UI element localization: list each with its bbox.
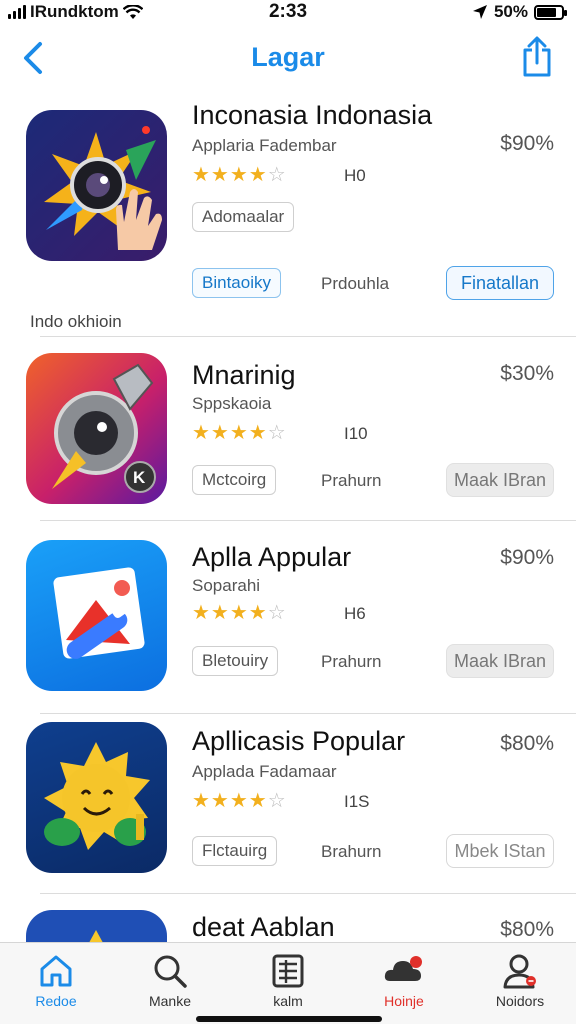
- app-developer: Applaria Fadembar: [192, 136, 337, 155]
- app-price: $90%: [500, 132, 554, 155]
- category-tag[interactable]: Adomaalar: [192, 202, 295, 232]
- star-rating-icon: ★★★★☆: [192, 602, 287, 624]
- tab-profile[interactable]: Noidors: [470, 951, 570, 1017]
- app-name: Apllicasis Popular: [192, 726, 406, 756]
- person-icon: [503, 954, 536, 989]
- app-icon-sun-face: [26, 722, 167, 873]
- tab-label: Hoinje: [384, 993, 424, 1009]
- status-right: 50%: [472, 2, 567, 22]
- list-icon: [272, 954, 304, 988]
- svg-text:K: K: [133, 468, 146, 487]
- app-subtitle: Prdouhla: [321, 274, 390, 293]
- section-label: Indo okhioin: [30, 312, 122, 331]
- get-button[interactable]: Maak IBran: [446, 463, 554, 497]
- tab-list[interactable]: kalm: [238, 951, 338, 1017]
- app-icon-partial: [26, 910, 167, 942]
- search-icon: [154, 955, 187, 988]
- app-developer: Applada Fadamaar: [192, 762, 337, 781]
- home-icon: [40, 955, 72, 987]
- app-subtitle: Prahurn: [321, 471, 382, 490]
- share-icon[interactable]: [520, 36, 554, 78]
- app-row[interactable]: deat Aablan $80%: [0, 906, 576, 942]
- app-name: deat Aablan: [192, 912, 335, 942]
- app-row[interactable]: K Mnarinig $30% Sppskaoia ★★★★☆ I10 Mctc…: [0, 350, 576, 521]
- app-icon-camera-sun: [26, 110, 167, 261]
- tab-label: kalm: [273, 993, 303, 1009]
- app-price: $80%: [500, 918, 554, 941]
- home-indicator[interactable]: [196, 1016, 382, 1022]
- feature-tag[interactable]: Bintaoiky: [192, 268, 281, 298]
- page-title: Lagar: [251, 42, 325, 72]
- app-row[interactable]: Inconasia Indonasia $90% Applaria Fademb…: [0, 100, 576, 337]
- navigation-bar: Lagar: [0, 30, 576, 86]
- rating-count: H6: [344, 604, 366, 623]
- app-name: Aplla Appular: [192, 542, 352, 572]
- star-rating-icon: ★★★★☆: [192, 164, 287, 186]
- get-button[interactable]: Mbek IStan: [446, 834, 554, 868]
- rating-count: I1S: [344, 792, 370, 811]
- divider: [40, 713, 576, 714]
- app-icon-camera-lens: K: [26, 353, 167, 504]
- tab-bar: Redoe Manke kalm Hoinje Noidors: [0, 942, 576, 1024]
- battery-percent: 50%: [493, 2, 528, 21]
- app-subtitle: Brahurn: [321, 842, 382, 861]
- divider: [40, 336, 576, 337]
- divider: [40, 520, 576, 521]
- app-name: Inconasia Indonasia: [192, 100, 433, 130]
- app-price: $30%: [500, 362, 554, 385]
- app-subtitle: Prahurn: [321, 652, 382, 671]
- rating-count: H0: [344, 166, 366, 185]
- category-tag[interactable]: Bletouiry: [192, 646, 279, 676]
- tab-notifications[interactable]: Hoinje: [354, 951, 454, 1017]
- divider: [40, 893, 576, 894]
- app-row[interactable]: Apllicasis Popular $80% Applada Fadamaar…: [0, 716, 576, 896]
- cloud-notification-icon: [384, 956, 422, 981]
- app-developer: Sppskaoia: [192, 394, 272, 413]
- app-developer: Soparahi: [192, 576, 261, 595]
- tab-label: Redoe: [35, 993, 77, 1009]
- tab-search[interactable]: Manke: [120, 951, 220, 1017]
- battery-icon: [534, 4, 567, 20]
- get-button[interactable]: Maak IBran: [446, 644, 554, 678]
- app-row[interactable]: Aplla Appular $90% Soparahi ★★★★☆ H6 Ble…: [0, 530, 576, 716]
- category-tag[interactable]: Flctauirg: [192, 836, 278, 866]
- app-icon-photo-pen: [26, 540, 167, 691]
- star-rating-icon: ★★★★☆: [192, 790, 287, 812]
- install-button[interactable]: Finatallan: [446, 266, 554, 300]
- tab-home[interactable]: Redoe: [6, 951, 106, 1017]
- app-price: $90%: [500, 546, 554, 569]
- tab-label: Noidors: [495, 993, 545, 1009]
- location-arrow-icon: [472, 5, 487, 19]
- app-price: $80%: [500, 732, 554, 755]
- star-rating-icon: ★★★★☆: [192, 422, 287, 444]
- category-tag[interactable]: Mctcoirg: [192, 465, 277, 495]
- app-name: Mnarinig: [192, 360, 296, 390]
- tab-label: Manke: [148, 993, 192, 1009]
- rating-count: I10: [344, 424, 368, 443]
- status-bar: IRundktom 2:33 50%: [0, 0, 576, 26]
